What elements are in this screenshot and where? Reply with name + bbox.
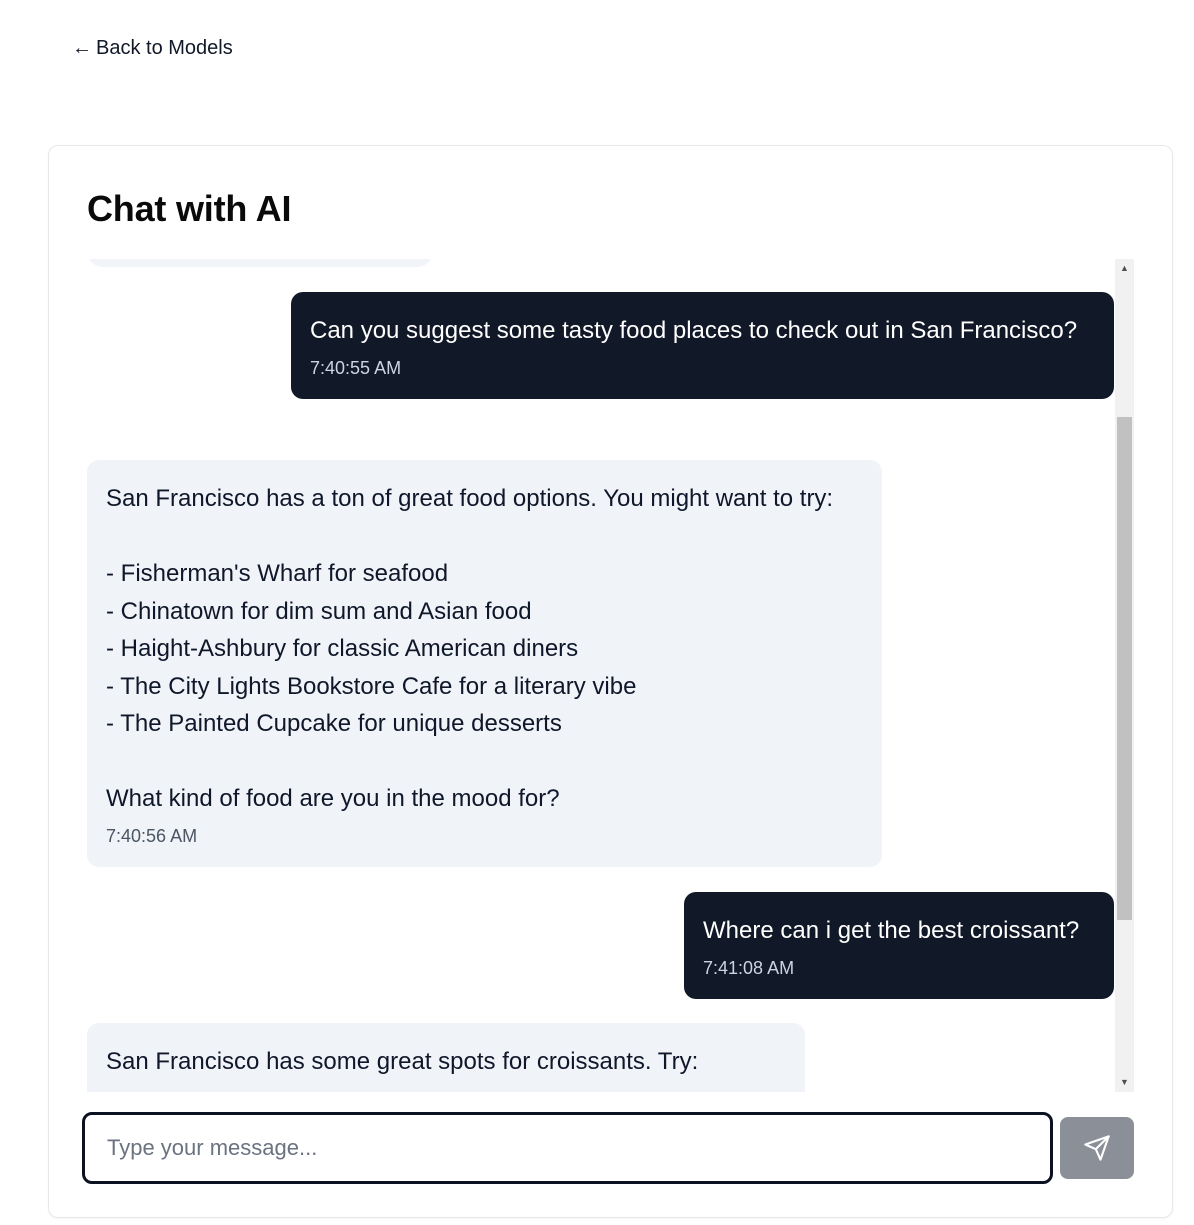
scroll-down-arrow-icon[interactable]: ▼ (1115, 1073, 1134, 1092)
page-title: Chat with AI (87, 188, 292, 229)
previous-message-bubble (87, 259, 433, 267)
message-text: San Francisco has a ton of great food op… (106, 485, 834, 812)
assistant-message: San Francisco has some great spots for c… (87, 1023, 805, 1092)
message-list[interactable]: Can you suggest some tasty food places t… (87, 259, 1134, 1092)
message-input[interactable] (82, 1112, 1053, 1184)
back-link-label: Back to Models (96, 37, 233, 59)
user-message: Can you suggest some tasty food places t… (291, 292, 1114, 399)
message-text: Can you suggest some tasty food places t… (310, 317, 1078, 344)
arrow-left-icon: ← (72, 37, 92, 59)
assistant-message: San Francisco has a ton of great food op… (87, 460, 882, 867)
scroll-up-arrow-icon[interactable]: ▲ (1115, 259, 1134, 278)
message-text: San Francisco has some great spots for c… (106, 1048, 699, 1075)
back-to-models-link[interactable]: ← Back to Models (72, 37, 233, 60)
user-message: Where can i get the best croissant? 7:41… (684, 892, 1114, 999)
send-button[interactable] (1060, 1117, 1134, 1179)
message-text: Where can i get the best croissant? (703, 917, 1080, 944)
message-timestamp: 7:40:55 AM (310, 357, 402, 378)
scrollbar-thumb[interactable] (1117, 417, 1132, 920)
message-list-scrollbar[interactable]: ▲ ▼ (1115, 259, 1134, 1092)
message-timestamp: 7:40:56 AM (106, 825, 198, 846)
chat-card: Chat with AI Can you suggest some tasty … (48, 145, 1173, 1218)
message-timestamp: 7:41:08 AM (703, 957, 795, 978)
send-icon (1084, 1135, 1110, 1161)
